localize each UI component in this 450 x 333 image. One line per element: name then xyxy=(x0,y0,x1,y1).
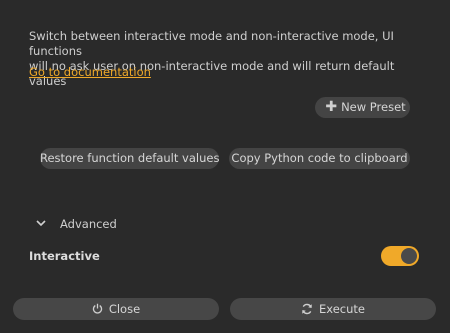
interactive-toggle[interactable] xyxy=(381,246,419,266)
copy-python-code-label: Copy Python code to clipboard xyxy=(231,151,408,165)
documentation-link[interactable]: Go to documentation xyxy=(29,65,151,80)
restore-defaults-label: Restore function default values xyxy=(40,151,220,165)
refresh-icon xyxy=(302,303,312,314)
close-label: Close xyxy=(108,302,141,316)
plus-icon: ✚ xyxy=(325,99,338,115)
execute-button[interactable]: Execute xyxy=(230,298,436,320)
copy-python-code-button[interactable]: Copy Python code to clipboard xyxy=(229,148,410,169)
new-preset-label: New Preset xyxy=(341,100,406,114)
new-preset-button[interactable]: ✚ New Preset xyxy=(315,97,410,118)
description-text: Switch between interactive mode and non-… xyxy=(29,29,429,89)
toggle-knob xyxy=(401,248,417,264)
power-icon xyxy=(92,303,102,314)
restore-defaults-button[interactable]: Restore function default values xyxy=(40,148,219,169)
advanced-label: Advanced xyxy=(60,217,117,231)
advanced-section-toggle[interactable]: Advanced xyxy=(36,216,117,232)
chevron-down-icon xyxy=(36,220,46,227)
interactive-label: Interactive xyxy=(29,249,100,263)
close-button[interactable]: Close xyxy=(13,298,219,320)
execute-label: Execute xyxy=(319,302,365,316)
description-line-1: Switch between interactive mode and non-… xyxy=(29,29,394,58)
